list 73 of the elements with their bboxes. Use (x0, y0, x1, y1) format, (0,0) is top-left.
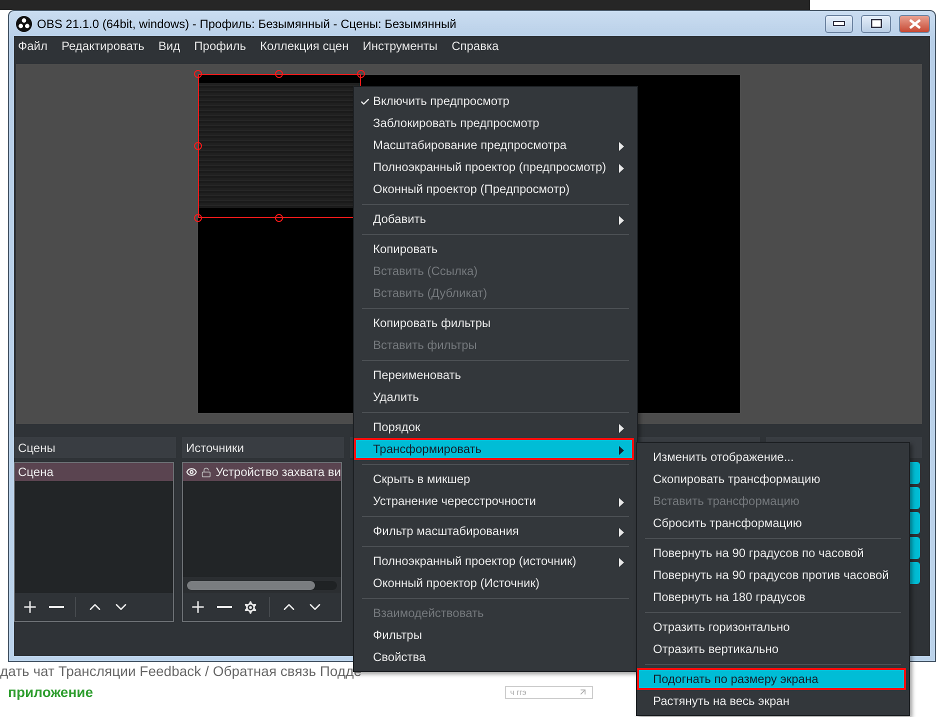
minus-icon (216, 606, 232, 608)
menu-item[interactable]: Скопировать трансформацию (637, 468, 906, 490)
unlock-icon[interactable] (201, 466, 212, 478)
menu-item[interactable]: Копировать (354, 238, 634, 260)
menu-item[interactable]: Порядок (354, 416, 634, 438)
menu-item[interactable]: Полноэкранный проектор (источник) (354, 550, 634, 572)
menu-item[interactable]: Отразить вертикально (637, 638, 906, 660)
dock-title: Сцены (18, 440, 56, 454)
menu-item[interactable]: Включить предпросмотр (354, 90, 634, 112)
menu-bar-item[interactable]: Вид (151, 39, 188, 53)
menu-item[interactable]: Повернуть на 90 градусов против часовой (637, 564, 906, 586)
resize-handle[interactable] (194, 70, 202, 78)
submenu-arrow-icon (619, 424, 624, 433)
close-icon (908, 18, 920, 28)
submenu-arrow-icon (619, 142, 624, 151)
minus-icon (48, 606, 64, 608)
menu-item[interactable]: Оконный проектор (Источник) (354, 572, 634, 594)
minimize-button[interactable] (825, 14, 853, 32)
plus-icon (189, 598, 207, 616)
menu-bar-item[interactable]: Справка (444, 39, 506, 53)
menu-item[interactable]: Фильтры (354, 624, 634, 646)
horizontal-scrollbar[interactable] (183, 577, 341, 593)
resize-handle[interactable] (275, 214, 283, 222)
resize-handle[interactable] (357, 70, 365, 78)
resize-handle[interactable] (194, 142, 202, 150)
menu-item[interactable]: Удалить (354, 386, 634, 408)
menu-item[interactable]: Устранение чересстрочности (354, 490, 634, 512)
submenu-arrow-icon (619, 498, 624, 507)
scene-item[interactable]: Сцена (15, 463, 173, 481)
menu-item[interactable]: Повернуть на 180 градусов (637, 586, 906, 608)
maximize-icon (870, 19, 882, 28)
submenu-arrow-icon (619, 446, 624, 455)
submenu-arrow-icon (619, 558, 624, 567)
check-icon (360, 97, 370, 107)
dock-title: Источники (186, 440, 244, 454)
close-button[interactable] (899, 14, 930, 32)
menu-item[interactable]: Растянуть на весь экран (637, 690, 906, 712)
submenu-arrow-icon (619, 216, 624, 225)
menu-item[interactable]: Фильтр масштабирования (354, 520, 634, 542)
window-title: OBS 21.1.0 (64bit, windows) - Профиль: Безымянный - Сцены: Безымянный (37, 16, 458, 30)
menu-bar-item[interactable]: Файл (14, 39, 55, 53)
submenu-arrow-icon (619, 164, 624, 173)
menu-item[interactable]: Отразить горизонтально (637, 616, 906, 638)
menu-item[interactable]: Повернуть на 90 градусов по часовой (637, 542, 906, 564)
menu-item[interactable]: Добавить (354, 208, 634, 230)
logo-icon (16, 16, 32, 32)
menu-bar-item[interactable]: Редактировать (54, 39, 152, 53)
source-name: Устройство захвата ви (216, 465, 341, 479)
menu-item[interactable]: Переименовать (354, 364, 634, 386)
settings-icon (242, 598, 258, 616)
source-item[interactable]: Устройство захвата ви (183, 463, 341, 481)
maximize-button[interactable] (861, 14, 891, 32)
menu-item[interactable]: Подогнать по размеру экрана (637, 668, 906, 690)
menu-item[interactable]: Оконный проектор (Предпросмотр) (354, 178, 634, 200)
menu-bar-item[interactable]: Коллекция сцен (252, 39, 356, 53)
menu-item[interactable]: Скрыть в микшер (354, 468, 634, 490)
menu-item[interactable]: Полноэкранный проектор (предпросмотр) (354, 156, 634, 178)
menu-item[interactable]: Трансформировать (354, 438, 634, 460)
menu-item[interactable]: Изменить отображение... (637, 446, 906, 468)
arrow-icon (578, 687, 588, 697)
minimize-icon (833, 21, 845, 26)
eye-icon[interactable] (186, 465, 198, 479)
submenu-arrow-icon (619, 528, 624, 537)
menu-bar-item[interactable]: Профиль (187, 39, 253, 53)
plus-icon (21, 598, 39, 616)
menu-item[interactable]: Заблокировать предпросмотр (354, 112, 634, 134)
menu-item[interactable]: Сбросить трансформацию (637, 512, 906, 534)
resize-handle[interactable] (194, 214, 202, 222)
menu-bar-item[interactable]: Инструменты (356, 39, 445, 53)
menu-item[interactable]: Свойства (354, 646, 634, 668)
menu-item[interactable]: Масштабирование предпросмотра (354, 134, 634, 156)
menu-item[interactable]: Копировать фильтры (354, 312, 634, 334)
resize-handle[interactable] (275, 70, 283, 78)
